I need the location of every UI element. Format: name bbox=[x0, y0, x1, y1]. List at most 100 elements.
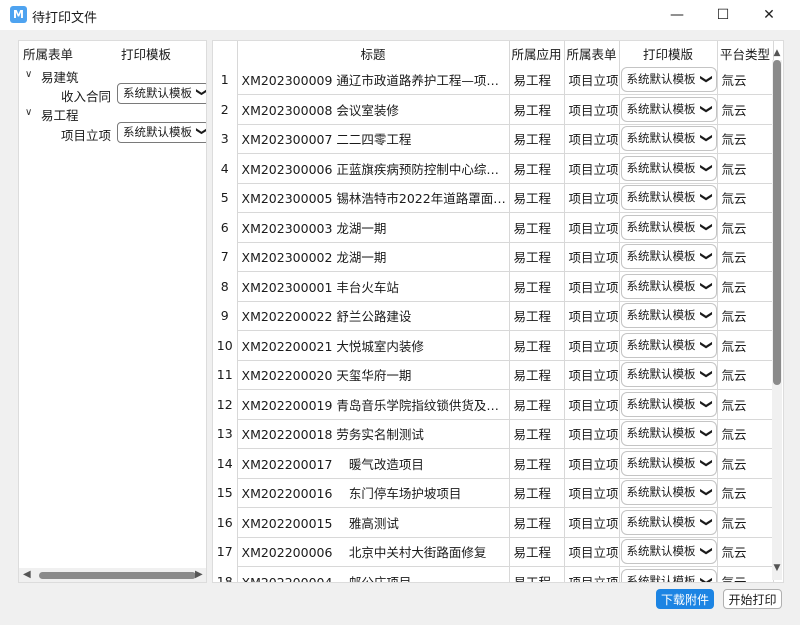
template-select[interactable]: 系统默认模板 ❯ bbox=[620, 480, 716, 506]
scroll-left-icon[interactable]: ◀ bbox=[23, 569, 31, 580]
template-select[interactable]: 系统默认模板 ❯ bbox=[620, 244, 716, 270]
table-row[interactable]: 6 XM202300003 龙湖一期 易工程 项目立项 系统默认模板 ❯ 氚云 bbox=[213, 212, 774, 243]
table-row[interactable]: 18 XM202200004 邮公庄项目 易工程 项目立项 系统默认模板 ❯ 氚云 bbox=[213, 566, 774, 582]
file-title-cell[interactable]: XM202200021 大悦城室内装修 bbox=[237, 330, 510, 361]
table-row[interactable]: 11 XM202200020 天玺华府一期 易工程 项目立项 系统默认模板 ❯ 氚云 bbox=[213, 360, 774, 390]
table-row[interactable]: 7 XM202300002 龙湖一期 易工程 项目立项 系统默认模板 ❯ 氚云 bbox=[213, 242, 774, 272]
table-row[interactable]: 15 XM202200016 东门停车场护坡项目 易工程 项目立项 系统默认模板 ❯ 氚云 bbox=[213, 478, 774, 508]
template-select[interactable]: 系统默认模板 ❯ bbox=[117, 83, 206, 104]
table-row[interactable]: 1 XM202300009 通辽市政道路养护工程—项目一... 易工程 项目立项 系统默… bbox=[213, 65, 774, 95]
file-title-cell[interactable]: XM202300002 龙湖一期 bbox=[237, 242, 510, 272]
file-title-cell[interactable]: XM202300009 通辽市政道路养护工程—项目一... bbox=[237, 65, 510, 95]
row-number: 17 bbox=[213, 537, 238, 567]
template-select[interactable]: 系统默认模板 ❯ bbox=[620, 509, 716, 535]
tree-item-project-setup[interactable]: 项目立项 系统默认模板 ❯ bbox=[19, 122, 206, 143]
table-row[interactable]: 14 XM202200017 暖气改造项目 易工程 项目立项 系统默认模板 ❯ 氚云 bbox=[213, 448, 774, 479]
file-title-cell[interactable]: XM202300003 龙湖一期 bbox=[237, 212, 510, 243]
table-row[interactable]: 3 XM202300007 二二四零工程 易工程 项目立项 系统默认模板 ❯ 氚云 bbox=[213, 124, 774, 154]
column-header-app[interactable]: 所属应用 bbox=[509, 41, 565, 65]
column-header-platform[interactable]: 平台类型 bbox=[717, 41, 774, 65]
file-title-cell[interactable]: XM202200015 雅高测试 bbox=[237, 507, 510, 538]
column-header-template[interactable]: 打印模版 bbox=[619, 41, 718, 65]
file-title-cell[interactable]: XM202300006 正蓝旗疾病预防控制中心综合检... bbox=[237, 153, 510, 184]
table-row[interactable]: 5 XM202300005 锡林浩特市2022年道路罩面工程 易工程 项目立项 系统默认… bbox=[213, 183, 774, 213]
template-select[interactable]: 系统默认模板 ❯ bbox=[620, 126, 716, 152]
table-row[interactable]: 8 XM202300001 丰台火车站 易工程 项目立项 系统默认模板 ❯ 氚云 bbox=[213, 271, 774, 302]
horizontal-scrollbar[interactable]: ◀ ▶ bbox=[19, 568, 206, 582]
platform-cell: 氚云 bbox=[717, 242, 774, 272]
file-title-cell[interactable]: XM202300007 二二四零工程 bbox=[237, 124, 510, 154]
template-select[interactable]: 系统默认模板 ❯ bbox=[620, 568, 716, 582]
file-title-cell[interactable]: XM202200006 北京中关村大街路面修复 bbox=[237, 537, 510, 567]
template-select[interactable]: 系统默认模板 ❯ bbox=[620, 303, 716, 329]
chevron-down-icon: ❯ bbox=[699, 103, 714, 114]
file-title-cell[interactable]: XM202200017 暖气改造项目 bbox=[237, 448, 510, 479]
download-attachments-button[interactable]: 下载附件 bbox=[656, 589, 714, 609]
template-select-value: 系统默认模板 bbox=[626, 337, 696, 352]
template-select[interactable]: 系统默认模板 ❯ bbox=[620, 67, 716, 92]
template-select[interactable]: 系统默认模板 ❯ bbox=[620, 185, 716, 211]
template-select-value: 系统默认模板 bbox=[123, 86, 192, 100]
minimize-button[interactable]: — bbox=[654, 0, 700, 30]
maximize-button[interactable]: ☐ bbox=[700, 0, 746, 30]
start-print-button[interactable]: 开始打印 bbox=[723, 589, 782, 609]
template-select[interactable]: 系统默认模板 ❯ bbox=[620, 155, 716, 181]
table-row[interactable]: 2 XM202300008 会议室装修 易工程 项目立项 系统默认模板 ❯ 氚云 bbox=[213, 94, 774, 125]
template-select[interactable]: 系统默认模板 ❯ bbox=[620, 332, 716, 358]
template-cell: 系统默认模板 ❯ bbox=[619, 507, 718, 538]
platform-cell: 氚云 bbox=[717, 124, 774, 154]
vertical-scrollbar[interactable] bbox=[772, 60, 782, 580]
table-row[interactable]: 16 XM202200015 雅高测试 易工程 项目立项 系统默认模板 ❯ 氚云 bbox=[213, 507, 774, 538]
file-title-cell[interactable]: XM202300001 丰台火车站 bbox=[237, 271, 510, 302]
scroll-right-icon[interactable]: ▶ bbox=[195, 569, 203, 580]
table-row[interactable]: 10 XM202200021 大悦城室内装修 易工程 项目立项 系统默认模板 ❯ 氚云 bbox=[213, 330, 774, 361]
file-title-cell[interactable]: XM202300005 锡林浩特市2022年道路罩面工程 bbox=[237, 183, 510, 213]
table-row[interactable]: 17 XM202200006 北京中关村大街路面修复 易工程 项目立项 系统默认模板 ❯ 氚… bbox=[213, 537, 774, 567]
chevron-down-icon[interactable]: ∨ bbox=[25, 69, 32, 80]
table-row[interactable]: 4 XM202300006 正蓝旗疾病预防控制中心综合检... 易工程 项目立项 系统默… bbox=[213, 153, 774, 184]
form-cell: 项目立项 bbox=[564, 153, 620, 184]
chevron-down-icon[interactable]: ∨ bbox=[25, 107, 32, 118]
app-cell: 易工程 bbox=[509, 65, 565, 95]
form-cell: 项目立项 bbox=[564, 301, 620, 331]
row-number: 15 bbox=[213, 478, 238, 508]
template-select[interactable]: 系统默认模板 ❯ bbox=[620, 421, 716, 447]
template-select-value: 系统默认模板 bbox=[626, 455, 696, 470]
template-select[interactable]: 系统默认模板 ❯ bbox=[620, 539, 716, 565]
template-select[interactable]: 系统默认模板 ❯ bbox=[620, 273, 716, 299]
scrollbar-thumb[interactable] bbox=[39, 572, 196, 579]
column-header-form[interactable]: 所属表单 bbox=[564, 41, 620, 65]
template-select[interactable]: 系统默认模板 ❯ bbox=[620, 96, 716, 122]
tree-item-income-contract[interactable]: 收入合同 系统默认模板 ❯ bbox=[19, 83, 206, 104]
row-number-header bbox=[213, 41, 238, 65]
template-select[interactable]: 系统默认模板 ❯ bbox=[620, 391, 716, 417]
file-title-cell[interactable]: XM202200018 劳务实名制测试 bbox=[237, 419, 510, 449]
template-select-value: 系统默认模板 bbox=[626, 131, 696, 146]
table-row[interactable]: 13 XM202200018 劳务实名制测试 易工程 项目立项 系统默认模板 ❯ 氚云 bbox=[213, 419, 774, 449]
tree-group-yigongcheng[interactable]: ∨ 易工程 bbox=[19, 104, 206, 124]
template-select[interactable]: 系统默认模板 ❯ bbox=[620, 450, 716, 476]
chevron-down-icon: ❯ bbox=[699, 192, 714, 203]
template-select[interactable]: 系统默认模板 ❯ bbox=[620, 214, 716, 240]
template-select[interactable]: 系统默认模板 ❯ bbox=[620, 362, 716, 388]
file-title-cell[interactable]: XM202200004 邮公庄项目 bbox=[237, 566, 510, 582]
template-select[interactable]: 系统默认模板 ❯ bbox=[117, 122, 206, 143]
table-row[interactable]: 12 XM202200019 青岛音乐学院指纹锁供货及安装 易工程 项目立项 系统默认模… bbox=[213, 389, 774, 420]
table-row[interactable]: 9 XM202200022 舒兰公路建设 易工程 项目立项 系统默认模板 ❯ 氚云 bbox=[213, 301, 774, 331]
file-title-cell[interactable]: XM202200019 青岛音乐学院指纹锁供货及安装 bbox=[237, 389, 510, 420]
chevron-down-icon: ❯ bbox=[699, 251, 714, 262]
file-title-cell[interactable]: XM202300008 会议室装修 bbox=[237, 94, 510, 125]
file-title-cell[interactable]: XM202200020 天玺华府一期 bbox=[237, 360, 510, 390]
form-cell: 项目立项 bbox=[564, 448, 620, 479]
title-bar[interactable]: M 待打印文件 — ☐ ✕ bbox=[0, 0, 800, 30]
file-title-cell[interactable]: XM202200016 东门停车场护坡项目 bbox=[237, 478, 510, 508]
column-header-title[interactable]: 标题 bbox=[237, 41, 510, 65]
row-number: 13 bbox=[213, 419, 238, 449]
scroll-down-icon[interactable]: ▼ bbox=[772, 563, 782, 573]
file-title-cell[interactable]: XM202200022 舒兰公路建设 bbox=[237, 301, 510, 331]
form-cell: 项目立项 bbox=[564, 271, 620, 302]
close-button[interactable]: ✕ bbox=[746, 0, 792, 30]
row-number: 16 bbox=[213, 507, 238, 537]
scrollbar-thumb[interactable] bbox=[773, 60, 781, 385]
scroll-up-icon[interactable]: ▲ bbox=[772, 48, 782, 58]
